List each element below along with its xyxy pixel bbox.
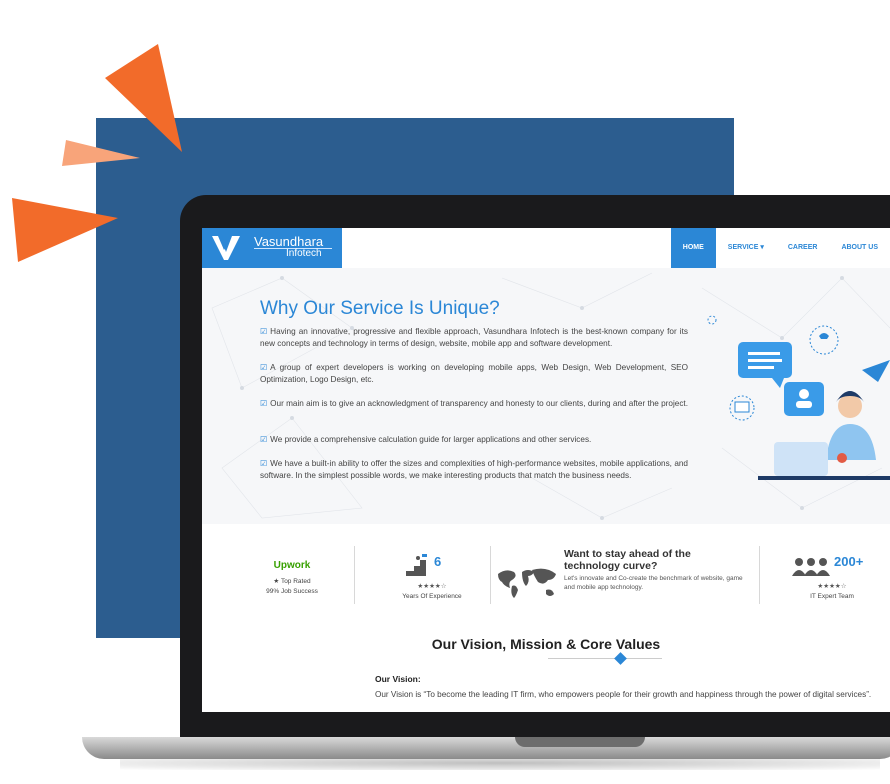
check-icon: ☑ — [260, 363, 268, 372]
main-nav: HOME SERVICE ▾ CAREER ABOUT US — [670, 228, 890, 268]
divider — [759, 546, 760, 604]
laptop-notch — [515, 737, 645, 747]
nav-service[interactable]: SERVICE ▾ — [716, 228, 776, 268]
upwork-rating: ★ Top Rated — [273, 578, 311, 585]
hero-section: Why Our Service Is Unique? ☑ Having an in… — [202, 268, 890, 524]
divider — [490, 546, 491, 604]
hero-bullet: ☑ We provide a comprehensive calculation … — [260, 434, 688, 446]
vision-text: Our Vision is “To become the leading IT … — [375, 690, 872, 699]
nav-about-us[interactable]: ABOUT US — [829, 228, 890, 268]
check-icon: ☑ — [260, 327, 268, 336]
hero-bullet: ☑ Our main aim is to give an acknowledgme… — [260, 398, 688, 410]
bullet-text: We have a built-in ability to offer the … — [260, 459, 688, 480]
v-logo-icon — [212, 236, 240, 260]
vision-label: Our Vision: — [375, 674, 421, 684]
hero-title: Why Our Service Is Unique? — [260, 298, 500, 319]
title-diamond-icon — [614, 652, 627, 665]
team-stat: 200+ ★★★★☆ IT Expert Team — [782, 552, 882, 600]
bullet-text: Our main aim is to give an acknowledgmen… — [270, 399, 688, 408]
check-icon: ☑ — [260, 399, 268, 408]
experience-label: Years Of Experience — [402, 593, 462, 600]
spark-decoration-icon — [12, 44, 182, 262]
nav-career[interactable]: CAREER — [776, 228, 830, 268]
team-label: IT Expert Team — [810, 593, 854, 600]
bullet-text: A group of expert developers is working … — [260, 363, 688, 384]
laptop-base — [82, 737, 890, 759]
cta-subtitle: Let's innovate and Co-create the benchma… — [564, 575, 743, 591]
nav-home[interactable]: HOME — [670, 228, 716, 268]
hero-bullet: ☑ A group of expert developers is working… — [260, 362, 688, 386]
cta-title: Want to stay ahead of the technology cur… — [564, 548, 691, 572]
laptop-screen: Vasundhara Infotech HOME SERVICE ▾ CAREE… — [202, 228, 890, 712]
experience-stat: 6 ★★★★☆ Years Of Experience — [382, 552, 482, 600]
divider — [354, 546, 355, 604]
team-number: 200+ — [834, 554, 864, 569]
logo-subtitle: Infotech — [286, 248, 322, 259]
site-header: Vasundhara Infotech HOME SERVICE ▾ CAREE… — [202, 228, 890, 268]
team-stars: ★★★★☆ — [817, 583, 847, 590]
stats-strip: Upwork ★ Top Rated 99% Job Success 6 ★★★… — [202, 524, 890, 614]
bullet-text: Having an innovative, progressive and fl… — [260, 327, 688, 348]
hero-bullet: ☑ We have a built-in ability to offer the… — [260, 458, 688, 482]
upwork-stat: Upwork ★ Top Rated 99% Job Success — [242, 560, 342, 595]
title-underline — [548, 658, 662, 659]
team-icon — [792, 558, 830, 576]
check-icon: ☑ — [260, 459, 268, 468]
upwork-logo: Upwork — [273, 560, 311, 571]
logo-name: Vasundhara — [254, 234, 324, 249]
trophy-stairs-icon — [406, 554, 427, 576]
world-map-icon — [498, 568, 556, 598]
check-icon: ☑ — [260, 435, 268, 444]
support-illustration-icon — [707, 315, 890, 480]
vision-section-title: Our Vision, Mission & Core Values — [431, 636, 661, 652]
experience-stars: ★★★★☆ — [417, 583, 447, 590]
experience-number: 6 — [434, 554, 442, 569]
site-logo[interactable]: Vasundhara Infotech — [202, 228, 342, 268]
hero-bullet: ☑ Having an innovative, progressive and f… — [260, 326, 688, 350]
upwork-success: 99% Job Success — [266, 588, 318, 595]
bullet-text: We provide a comprehensive calculation g… — [270, 435, 592, 444]
